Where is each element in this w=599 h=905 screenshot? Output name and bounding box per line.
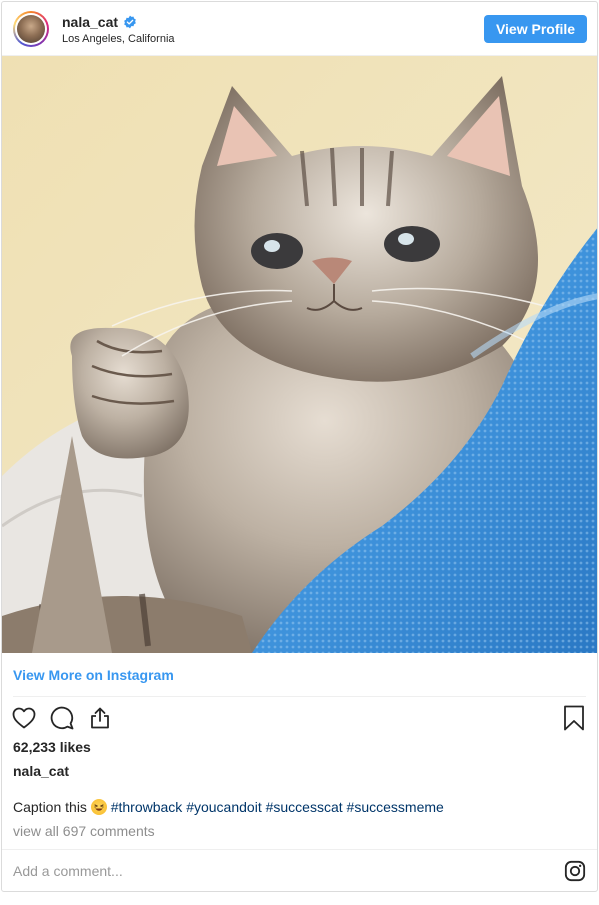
- hashtag-link[interactable]: #successcat: [266, 799, 343, 815]
- view-all-comments-link[interactable]: view all 697 comments: [13, 823, 155, 839]
- post-header: nala_cat Los Angeles, California View Pr…: [2, 2, 597, 56]
- add-comment-input[interactable]: [13, 858, 533, 884]
- like-button[interactable]: [11, 705, 37, 731]
- heart-icon: [12, 707, 36, 729]
- avatar[interactable]: [13, 11, 49, 47]
- username[interactable]: nala_cat: [62, 14, 118, 30]
- divider: [13, 696, 586, 697]
- view-profile-button[interactable]: View Profile: [484, 15, 587, 43]
- laughing-face-emoji: [90, 799, 107, 815]
- location[interactable]: Los Angeles, California: [62, 33, 175, 45]
- avatar-image: [17, 15, 45, 43]
- view-more-link[interactable]: View More on Instagram: [13, 667, 174, 683]
- caption-username[interactable]: nala_cat: [13, 763, 69, 779]
- hashtag-link[interactable]: #successmeme: [347, 799, 444, 815]
- verified-badge-icon: [124, 15, 136, 29]
- action-bar: [11, 705, 113, 731]
- likes-count[interactable]: 62,233 likes: [13, 739, 91, 755]
- comment-icon: [50, 706, 74, 730]
- hashtag-link[interactable]: #youcandoit: [186, 799, 262, 815]
- instagram-logo-icon[interactable]: [564, 860, 586, 882]
- comment-button[interactable]: [49, 705, 75, 731]
- share-button[interactable]: [87, 705, 113, 731]
- save-button[interactable]: [563, 705, 587, 731]
- cat-photo: [2, 56, 597, 653]
- caption-text: Caption this: [13, 799, 87, 815]
- divider: [2, 849, 597, 850]
- share-icon: [91, 707, 109, 729]
- hashtag-link[interactable]: #throwback: [111, 799, 183, 815]
- caption: Caption this #throwback #youcandoit #suc…: [13, 799, 444, 815]
- laughing-face-icon: [94, 804, 104, 811]
- post-photo[interactable]: [2, 56, 597, 653]
- instagram-embed: nala_cat Los Angeles, California View Pr…: [1, 1, 598, 892]
- bookmark-icon: [564, 705, 584, 731]
